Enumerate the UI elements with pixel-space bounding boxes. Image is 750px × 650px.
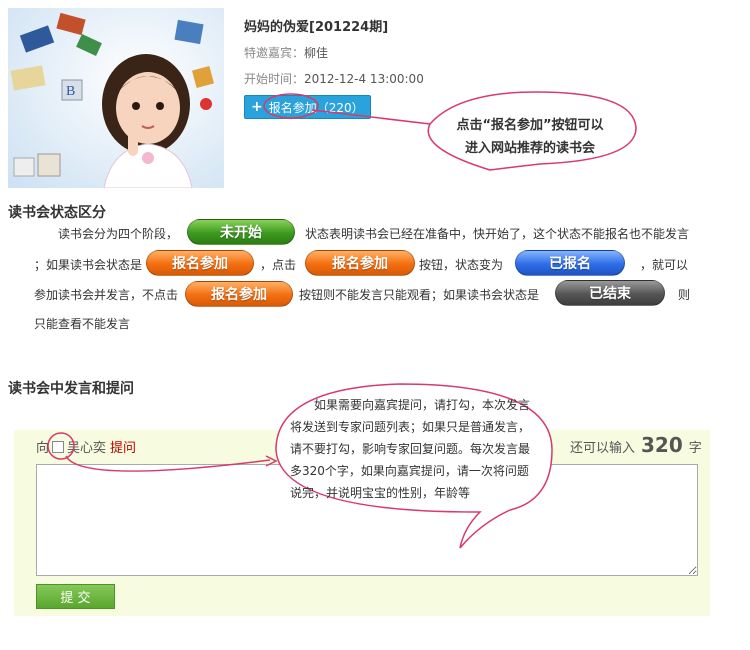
status-text-9: 则: [678, 288, 691, 302]
start-time-row: 开始时间：2012-12-4 13:00:00: [244, 70, 424, 87]
callout-mid-line-1: 如果需要向嘉宾提问，请打勾，本次发言: [314, 398, 531, 412]
callout-top-text: 点击“报名参加”按钮可以 进入网站推荐的读书会: [440, 114, 620, 160]
status-pill-signup: 报名参加: [146, 250, 254, 276]
callout-top-line1: 点击“报名参加”按钮可以: [456, 118, 604, 133]
status-text-7: 参加读书会并发言，不点击: [34, 288, 179, 302]
start-time-value: 2012-12-4 13:00:00: [304, 72, 424, 86]
status-pill-ended: 已结束: [555, 280, 665, 306]
callout-top-line2: 进入网站推荐的读书会: [464, 141, 595, 156]
guest-name: 柳佳: [304, 46, 329, 60]
status-text-5: 按钮，状态变为: [419, 258, 504, 272]
status-pill-signup-3: 报名参加: [185, 281, 293, 307]
svg-text:B: B: [66, 84, 75, 99]
status-text-3: ；如果读书会状态是: [34, 258, 143, 272]
callout-mid-line-2: 将发送到专家问题列表；如果只是普通发言，: [290, 420, 531, 434]
status-pill-registered: 已报名: [515, 250, 625, 276]
cover-illustration: B: [8, 8, 224, 188]
callout-mid-line-3: 请不要打勾，影响专家回复问题。每次发言最: [290, 442, 531, 456]
status-pill-not-started: 未开始: [187, 219, 295, 245]
callout-mid-text: 如果需要向嘉宾提问，请打勾，本次发言 将发送到专家问题列表；如果只是普通发言， …: [290, 394, 544, 504]
char-counter-value: 320: [641, 433, 683, 457]
start-time-label: 开始时间：: [244, 72, 305, 86]
status-text-2: 状态表明读书会已经在准备中，快开始了，这个状态不能报名也不能发言: [305, 227, 690, 241]
char-counter-prefix: 还可以输入: [570, 441, 636, 456]
guest-row: 特邀嘉宾：柳佳: [244, 44, 328, 61]
status-text-10: 只能查看不能发言: [34, 317, 131, 331]
guest-label: 特邀嘉宾：: [244, 46, 305, 60]
callout-mid-line-4: 多320个字，如果向嘉宾提问，请一次将问题: [290, 464, 529, 478]
episode-cover-image[interactable]: B: [8, 8, 224, 188]
submit-button[interactable]: 提 交: [36, 584, 115, 609]
status-text-1: 读书会分为四个阶段，: [58, 227, 179, 241]
status-text-4: ，点击: [260, 258, 297, 272]
char-counter: 还可以输入 320 字: [570, 433, 702, 457]
status-pill-signup-2: 报名参加: [305, 250, 415, 276]
episode-title[interactable]: 妈妈的伪爱[201224期]: [244, 16, 388, 35]
status-text-6: ，就可以: [640, 258, 689, 272]
char-counter-suffix: 字: [688, 441, 702, 456]
callout-mid-line-5: 说完，并说明宝宝的性别，年龄等: [290, 486, 471, 500]
status-text-8: 按钮则不能发言只能观看；如果读书会状态是: [299, 288, 540, 302]
